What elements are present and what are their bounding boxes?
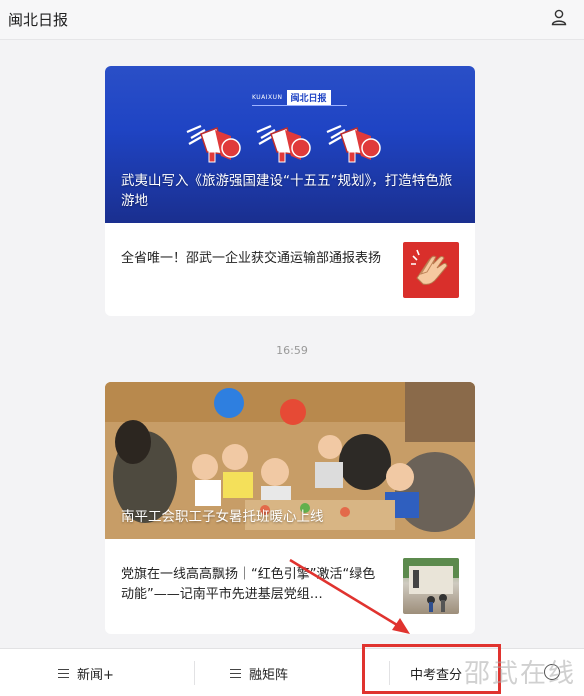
news-card-2: 南平工会职工子女暑托班暖心上线 党旗在一线高高飘扬｜“红色引擎”激活“绿色动能”… bbox=[105, 382, 475, 634]
menu-icon bbox=[230, 668, 241, 678]
menu-icon bbox=[58, 668, 69, 678]
news-card-1: KUAIXUN 闽北日报 武夷山写入《旅游强国建设“十五五”规划》，打造特色旅游… bbox=[105, 66, 475, 316]
article-1-2[interactable]: 全省唯一！邵武一企业获交通运输部通报表扬 bbox=[105, 223, 475, 316]
article-2-2-thumbnail bbox=[403, 558, 459, 614]
article-1-2-title: 全省唯一！邵武一企业获交通运输部通报表扬 bbox=[121, 251, 382, 266]
tab-news-plus-label: 新闻+ bbox=[77, 667, 114, 683]
user-icon[interactable] bbox=[550, 8, 568, 26]
tab-divider bbox=[194, 661, 195, 685]
exhibition-photo bbox=[403, 558, 459, 612]
watermark: 邵武在线 bbox=[463, 659, 576, 689]
top-bar: 闽北日报 bbox=[0, 0, 584, 40]
account-title: 闽北日报 bbox=[8, 11, 69, 29]
tab-media-matrix-label: 融矩阵 bbox=[249, 667, 289, 683]
article-1-2-thumbnail bbox=[403, 242, 459, 298]
article-2-2-title: 党旗在一线高高飘扬｜“红色引擎”激活“绿色动能”——记南平市先进基层党组… bbox=[121, 567, 376, 602]
tab-news-plus[interactable]: 新闻+ bbox=[58, 649, 114, 696]
lead-article-2[interactable]: 南平工会职工子女暑托班暖心上线 bbox=[105, 382, 475, 539]
timestamp: 16:59 bbox=[276, 344, 308, 357]
lead-article-1[interactable]: KUAIXUN 闽北日报 武夷山写入《旅游强国建设“十五五”规划》，打造特色旅游… bbox=[105, 66, 475, 223]
article-2-2[interactable]: 党旗在一线高高飘扬｜“红色引擎”激活“绿色动能”——记南平市先进基层党组… bbox=[105, 539, 475, 632]
applause-icon bbox=[411, 249, 448, 285]
lead-article-2-title: 南平工会职工子女暑托班暖心上线 bbox=[121, 509, 324, 525]
lead-article-1-title: 武夷山写入《旅游强国建设“十五五”规划》，打造特色旅游地 bbox=[121, 173, 453, 209]
tab-media-matrix[interactable]: 融矩阵 bbox=[230, 649, 288, 696]
